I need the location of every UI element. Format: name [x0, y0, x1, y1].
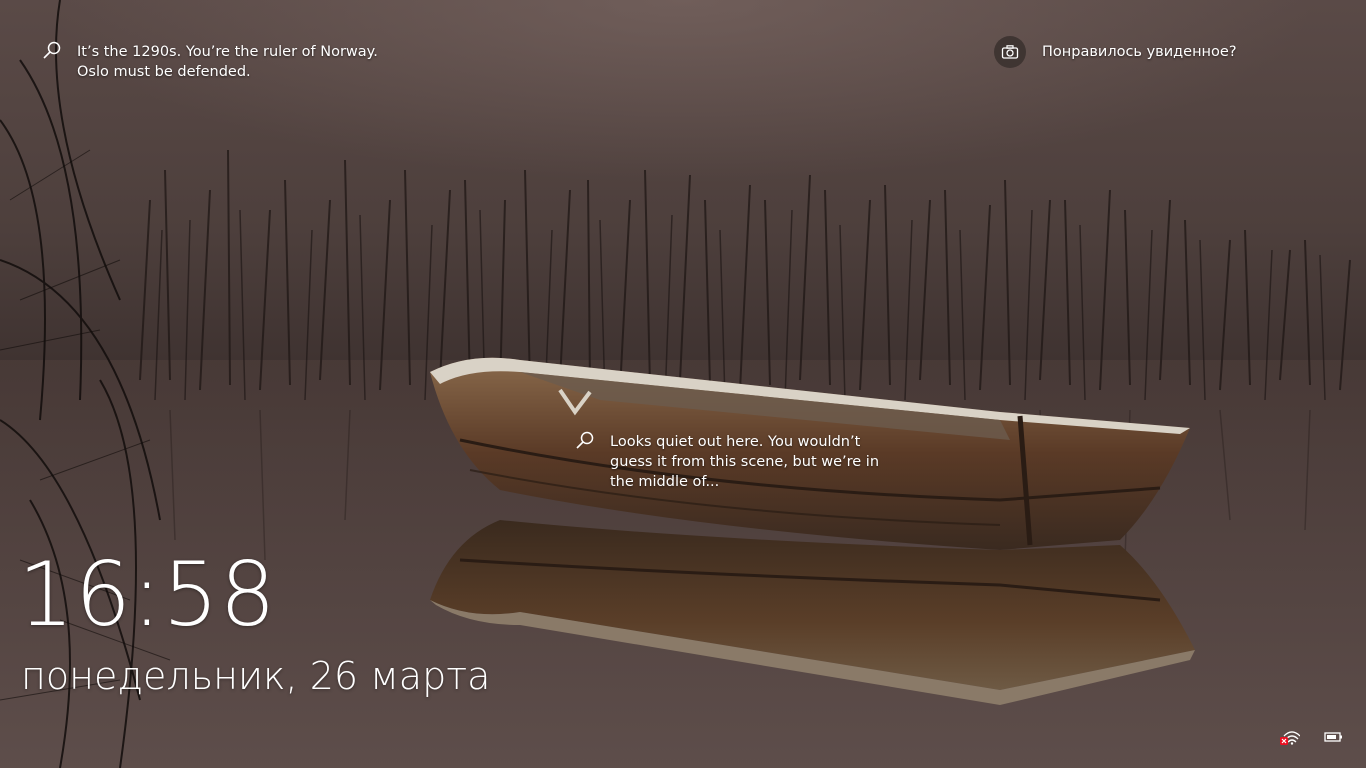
lock-clock-time: 16:58 — [18, 543, 277, 646]
lock-screen[interactable]: It’s the 1290s. You’re the ruler of Norw… — [0, 0, 1366, 768]
battery-icon[interactable] — [1324, 728, 1344, 746]
spotlight-tip-middle[interactable]: Looks quiet out here. You wouldn’t guess… — [574, 431, 894, 492]
spotlight-tip-text: It’s the 1290s. You’re the ruler of Norw… — [77, 44, 378, 80]
like-prompt-label: Понравилось увиденное? — [1042, 44, 1237, 60]
lock-clock-date: понедельник, 26 марта — [21, 654, 491, 698]
like-this-image-prompt[interactable]: Понравилось увиденное? — [994, 36, 1237, 68]
spotlight-tip-top[interactable]: It’s the 1290s. You’re the ruler of Norw… — [41, 41, 381, 82]
search-icon — [43, 41, 61, 59]
spotlight-tip-text: Looks quiet out here. You wouldn’t guess… — [610, 434, 880, 490]
search-icon — [576, 431, 594, 449]
network-disconnected-icon[interactable] — [1280, 728, 1300, 746]
camera-icon — [994, 36, 1026, 68]
